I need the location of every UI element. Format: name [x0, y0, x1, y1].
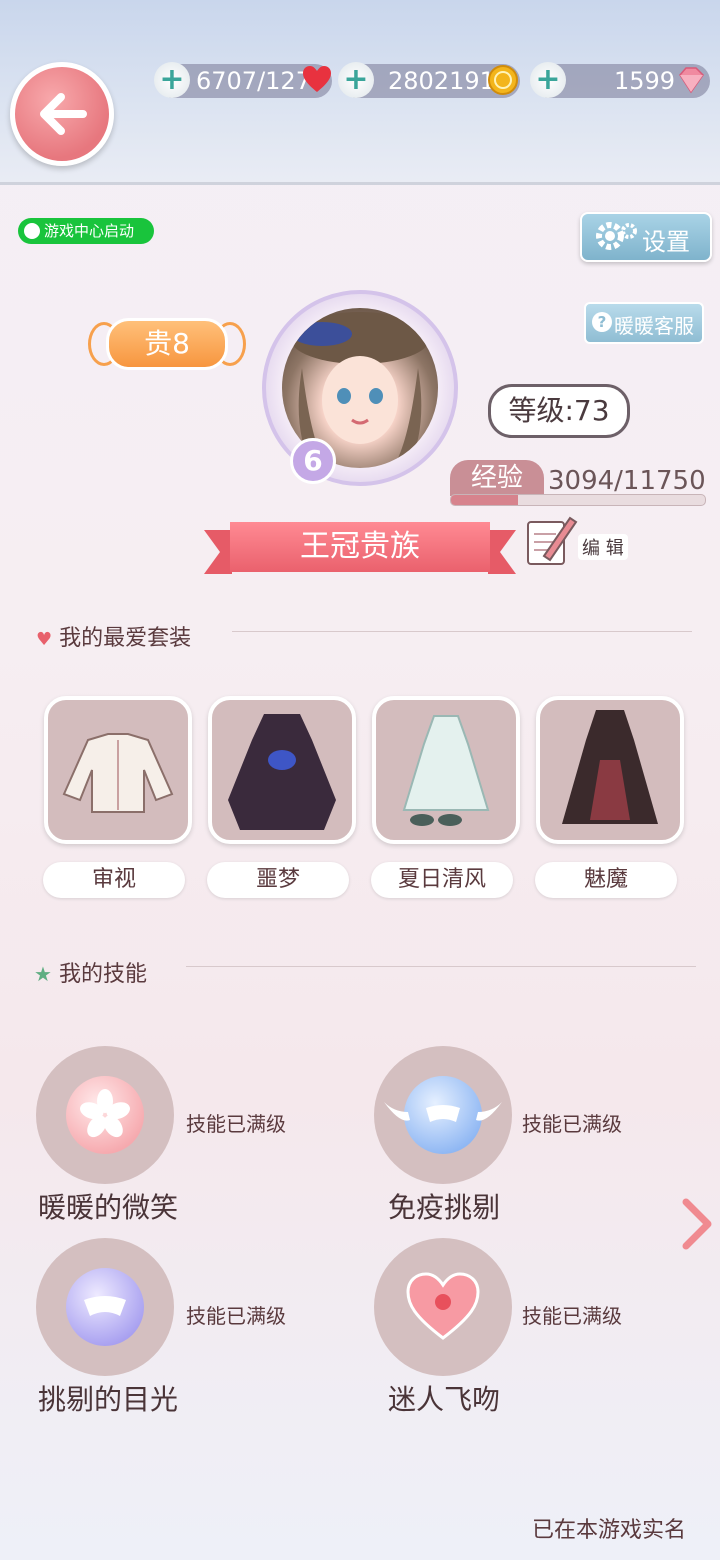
outfit-card-1[interactable] — [44, 696, 192, 844]
exp-label: 经验 — [450, 460, 544, 496]
skill-1[interactable] — [36, 1046, 174, 1184]
vip-level: 贵8 — [106, 318, 228, 370]
skill-1-status: 技能已满级 — [186, 1112, 286, 1136]
heart-icon — [303, 66, 331, 92]
dark-dress-icon — [228, 714, 336, 830]
skill-2[interactable] — [374, 1046, 512, 1184]
settings-button[interactable]: 设置 — [580, 212, 712, 262]
settings-label: 设置 — [642, 228, 690, 256]
coin-icon — [488, 65, 518, 95]
ribbon-tail-right — [488, 530, 516, 574]
ribbon-tail-left — [204, 530, 232, 574]
skill-4-name: 迷人飞吻 — [388, 1383, 501, 1416]
skill-2-name: 免疫挑剔 — [388, 1191, 501, 1224]
skill-3-name: 挑剔的目光 — [38, 1383, 179, 1416]
divider — [186, 966, 696, 967]
stamina-counter: + 6707/127 — [154, 62, 332, 98]
blouse-icon — [62, 733, 174, 813]
skill-2-status: 技能已满级 — [522, 1112, 622, 1136]
add-diamond-button[interactable]: + — [530, 62, 566, 98]
diamond-counter: + 1599 — [530, 62, 710, 98]
skills-heading-text: 我的技能 — [58, 962, 147, 987]
game-center-icon — [24, 223, 40, 239]
avatar[interactable]: 6 — [262, 290, 458, 486]
game-center-badge[interactable]: 游戏中心启动 — [18, 218, 154, 244]
diamond-icon — [679, 67, 704, 94]
wings-icon — [384, 1102, 502, 1121]
level-display: 等级:73 — [488, 384, 630, 438]
skill-1-name: 暖暖的微笑 — [38, 1191, 179, 1224]
arrow-left-icon — [40, 93, 87, 135]
dark-red-dress-icon — [562, 710, 658, 824]
outfit-label-3[interactable]: 夏日清风 — [371, 862, 513, 898]
mask-icon — [66, 1268, 144, 1346]
outfit-label-4[interactable]: 魅魔 — [535, 862, 677, 898]
gear-icon — [596, 222, 637, 250]
stamina-value: 6707/127 — [196, 67, 311, 95]
skill-4[interactable] — [374, 1238, 512, 1376]
skill-4-status: 技能已满级 — [522, 1304, 622, 1328]
outfit-card-3[interactable] — [372, 696, 520, 844]
gold-value: 2802191 — [388, 67, 495, 95]
exp-progress-fill — [451, 495, 518, 505]
pencil-paper-icon — [527, 516, 578, 565]
title-banner: 王冠贵族 — [204, 520, 516, 576]
skills-heading: ★ 我的技能 — [34, 956, 147, 988]
sakura-icon — [66, 1076, 144, 1154]
edit-label: 编 辑 — [578, 534, 628, 560]
skill-3-status: 技能已满级 — [186, 1304, 286, 1328]
player-title: 王冠贵族 — [230, 522, 490, 572]
heart-icon — [404, 1268, 482, 1346]
outfit-card-4[interactable] — [536, 696, 684, 844]
heart-icon: ♥ — [36, 629, 53, 650]
customer-service-label: 暖暖客服 — [614, 314, 694, 338]
outfit-card-2[interactable] — [208, 696, 356, 844]
outfit-label-1[interactable]: 审视 — [43, 862, 185, 898]
avatar-rank-badge: 6 — [290, 438, 336, 484]
favorites-heading: ♥ 我的最爱套装 — [36, 620, 191, 652]
customer-service-button[interactable]: ? 暖暖客服 — [584, 302, 704, 344]
edit-button[interactable]: 编 辑 — [524, 512, 634, 572]
add-stamina-button[interactable]: + — [154, 62, 190, 98]
diamond-value: 1599 — [614, 67, 676, 95]
question-icon: ? — [592, 312, 612, 332]
gold-counter: + 2802191 — [338, 62, 520, 98]
outfit-label-2[interactable]: 噩梦 — [207, 862, 349, 898]
exp-progress-bar — [450, 494, 706, 506]
exp-value: 3094/11750 — [548, 466, 706, 496]
skill-3[interactable] — [36, 1238, 174, 1376]
back-button[interactable] — [10, 62, 114, 166]
game-center-label: 游戏中心启动 — [44, 222, 135, 240]
chevron-right-icon[interactable] — [680, 1198, 714, 1250]
favorites-heading-text: 我的最爱套装 — [59, 626, 192, 651]
light-dress-icon — [402, 715, 490, 826]
divider — [232, 631, 692, 632]
vip-badge[interactable]: 贵8 — [84, 314, 246, 370]
add-gold-button[interactable]: + — [338, 62, 374, 98]
realname-notice: 已在本游戏实名 — [532, 1518, 687, 1543]
star-icon: ★ — [34, 962, 52, 986]
